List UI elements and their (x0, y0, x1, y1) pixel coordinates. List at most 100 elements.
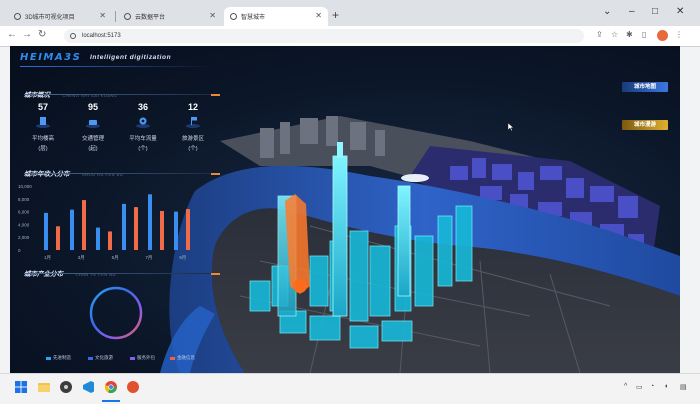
network-icon[interactable]: ◔ (650, 383, 654, 390)
chart-bar[interactable] (56, 226, 60, 250)
globe-icon (124, 13, 131, 20)
stat-value: 95 (87, 102, 98, 112)
file-explorer-icon[interactable] (37, 380, 51, 394)
y-tick-label: 6,000 (18, 210, 30, 215)
stat-value: 12 (187, 102, 198, 112)
reload-icon[interactable]: ↻ (38, 29, 46, 40)
flag-icon (186, 117, 200, 128)
legend-item: 服务外包 (130, 355, 155, 361)
notification-icon[interactable]: ▤ (680, 383, 687, 391)
media-icon[interactable] (59, 380, 73, 394)
mouse-cursor-icon (508, 123, 514, 131)
star-icon[interactable]: ☆ (611, 30, 618, 39)
chart-bar[interactable] (148, 194, 152, 250)
brand-logo: HEIMA3S (20, 52, 82, 63)
x-tick-label: 7月 (145, 255, 152, 261)
legend-item: 金融信息 (170, 355, 195, 361)
maximize-button[interactable]: □ (652, 6, 658, 17)
stat-unit: (个) (138, 146, 148, 152)
stat-unit: (层) (38, 146, 48, 152)
stat-label: 交通管理 (81, 136, 104, 142)
chart-bar[interactable] (108, 231, 112, 250)
target-icon (136, 117, 150, 128)
sidebar-icon[interactable]: ▯ (642, 30, 646, 39)
globe-icon (230, 13, 237, 20)
stat-label: 平均车流量 (129, 136, 157, 142)
chevron-up-icon[interactable]: ^ (624, 383, 627, 390)
y-tick-label: 10,000 (18, 184, 32, 189)
tab-title: 云数据平台 (135, 15, 166, 21)
legend-item: 先进制造 (46, 355, 71, 361)
minimize-button[interactable]: – (629, 6, 635, 17)
chevron-down-icon[interactable]: ⌄ (603, 6, 611, 17)
tab-title: 智慧城市 (241, 15, 266, 21)
income-bar-chart[interactable]: 10,000 8,000 6,000 4,000 2,000 0 1月 3月 5月 7月 9月 (18, 180, 218, 272)
legend-label: 先进制造 (53, 355, 71, 360)
windows-taskbar: ^ ▭ ◔ ◖ ▤ (0, 373, 700, 404)
stat-value: 57 (37, 102, 48, 112)
chart-bar[interactable] (70, 209, 74, 250)
header-divider (20, 66, 210, 67)
chart-bar[interactable] (174, 211, 178, 250)
back-arrow-icon[interactable]: ← (7, 29, 17, 40)
x-tick-label: 9月 (179, 255, 186, 261)
volume-icon[interactable]: ◖ (664, 383, 668, 390)
building-icon (36, 117, 50, 128)
legend-label: 文化旅游 (95, 355, 113, 360)
stat-building-height: 57 平均楼高 (层) (23, 102, 63, 153)
close-tab-icon[interactable]: ✕ (315, 11, 322, 20)
city-tour-button[interactable]: 城市漫游 (622, 120, 668, 130)
chart-bar[interactable] (134, 207, 138, 250)
windows-start-icon[interactable] (14, 380, 28, 394)
extensions-icon[interactable]: ✱ (626, 30, 633, 39)
x-tick-label: 1月 (44, 255, 51, 261)
stat-unit: (个) (188, 146, 198, 152)
browser-tab-1[interactable]: 3D城市可视化项目 ✕ (8, 7, 112, 26)
y-tick-label: 4,000 (18, 222, 30, 227)
dashboard-viewport[interactable]: HEIMA3S Intelligent digitization 城市概况 CH… (10, 46, 680, 373)
brand-tagline: Intelligent digitization (90, 54, 172, 61)
stat-value: 36 (137, 102, 148, 112)
chart-bar[interactable] (122, 203, 126, 250)
chart-bar[interactable] (44, 212, 48, 250)
car-icon (86, 120, 100, 128)
legend-label: 服务外包 (137, 355, 155, 360)
industry-donut-chart[interactable] (86, 282, 146, 344)
stat-unit: (起) (88, 146, 98, 152)
stat-traffic: 95 交通管理 (起) (73, 102, 113, 153)
close-window-button[interactable]: ✕ (676, 6, 684, 17)
overview-section-header: 城市概况 CHENG SHI GAI KUANG (24, 84, 220, 99)
globe-icon (14, 13, 21, 20)
chrome-icon[interactable] (104, 380, 118, 394)
chart-bar[interactable] (160, 210, 164, 250)
url-text: localhost:5173 (82, 33, 121, 39)
browser-tab-2[interactable]: 云数据平台 ✕ (118, 7, 222, 26)
more-menu-icon[interactable]: ⋮ (675, 30, 683, 39)
x-tick-label: 5月 (112, 255, 119, 261)
stat-label: 旅游景区 (181, 136, 204, 142)
y-tick-label: 2,000 (18, 235, 30, 240)
chart-bar[interactable] (186, 209, 190, 250)
avatar[interactable] (657, 30, 668, 41)
city-map-button[interactable]: 城市地图 (622, 82, 668, 92)
chart-bar[interactable] (96, 227, 100, 250)
legend-label: 金融信息 (177, 355, 195, 360)
forward-arrow-icon[interactable]: → (22, 29, 32, 40)
browser-tab-3-active[interactable]: 智慧城市 ✕ (224, 7, 328, 26)
x-tick-label: 3月 (78, 255, 85, 261)
close-tab-icon[interactable]: ✕ (209, 11, 216, 20)
stat-label: 平均楼高 (31, 136, 54, 142)
active-app-indicator (102, 400, 120, 402)
close-tab-icon[interactable]: ✕ (99, 11, 106, 20)
new-tab-button[interactable]: + (332, 8, 339, 22)
battery-icon: ▭ (636, 384, 643, 391)
address-bar[interactable]: localhost:5173 (64, 29, 584, 43)
browser-tab-bar: 3D城市可视化项目 ✕ 云数据平台 ✕ 智慧城市 ✕ + ⌄ – □ ✕ (0, 0, 700, 26)
info-icon (70, 33, 76, 39)
chart-bar[interactable] (82, 200, 86, 250)
vscode-icon[interactable] (81, 380, 95, 394)
app-icon[interactable] (126, 380, 140, 394)
stat-tourist-spots: 12 旅游景区 (个) (173, 102, 213, 153)
share-icon[interactable]: ⇪ (596, 30, 603, 39)
address-toolbar: ← → ↻ localhost:5173 ⇪ ☆ ✱ ▯ ⋮ (0, 26, 700, 47)
